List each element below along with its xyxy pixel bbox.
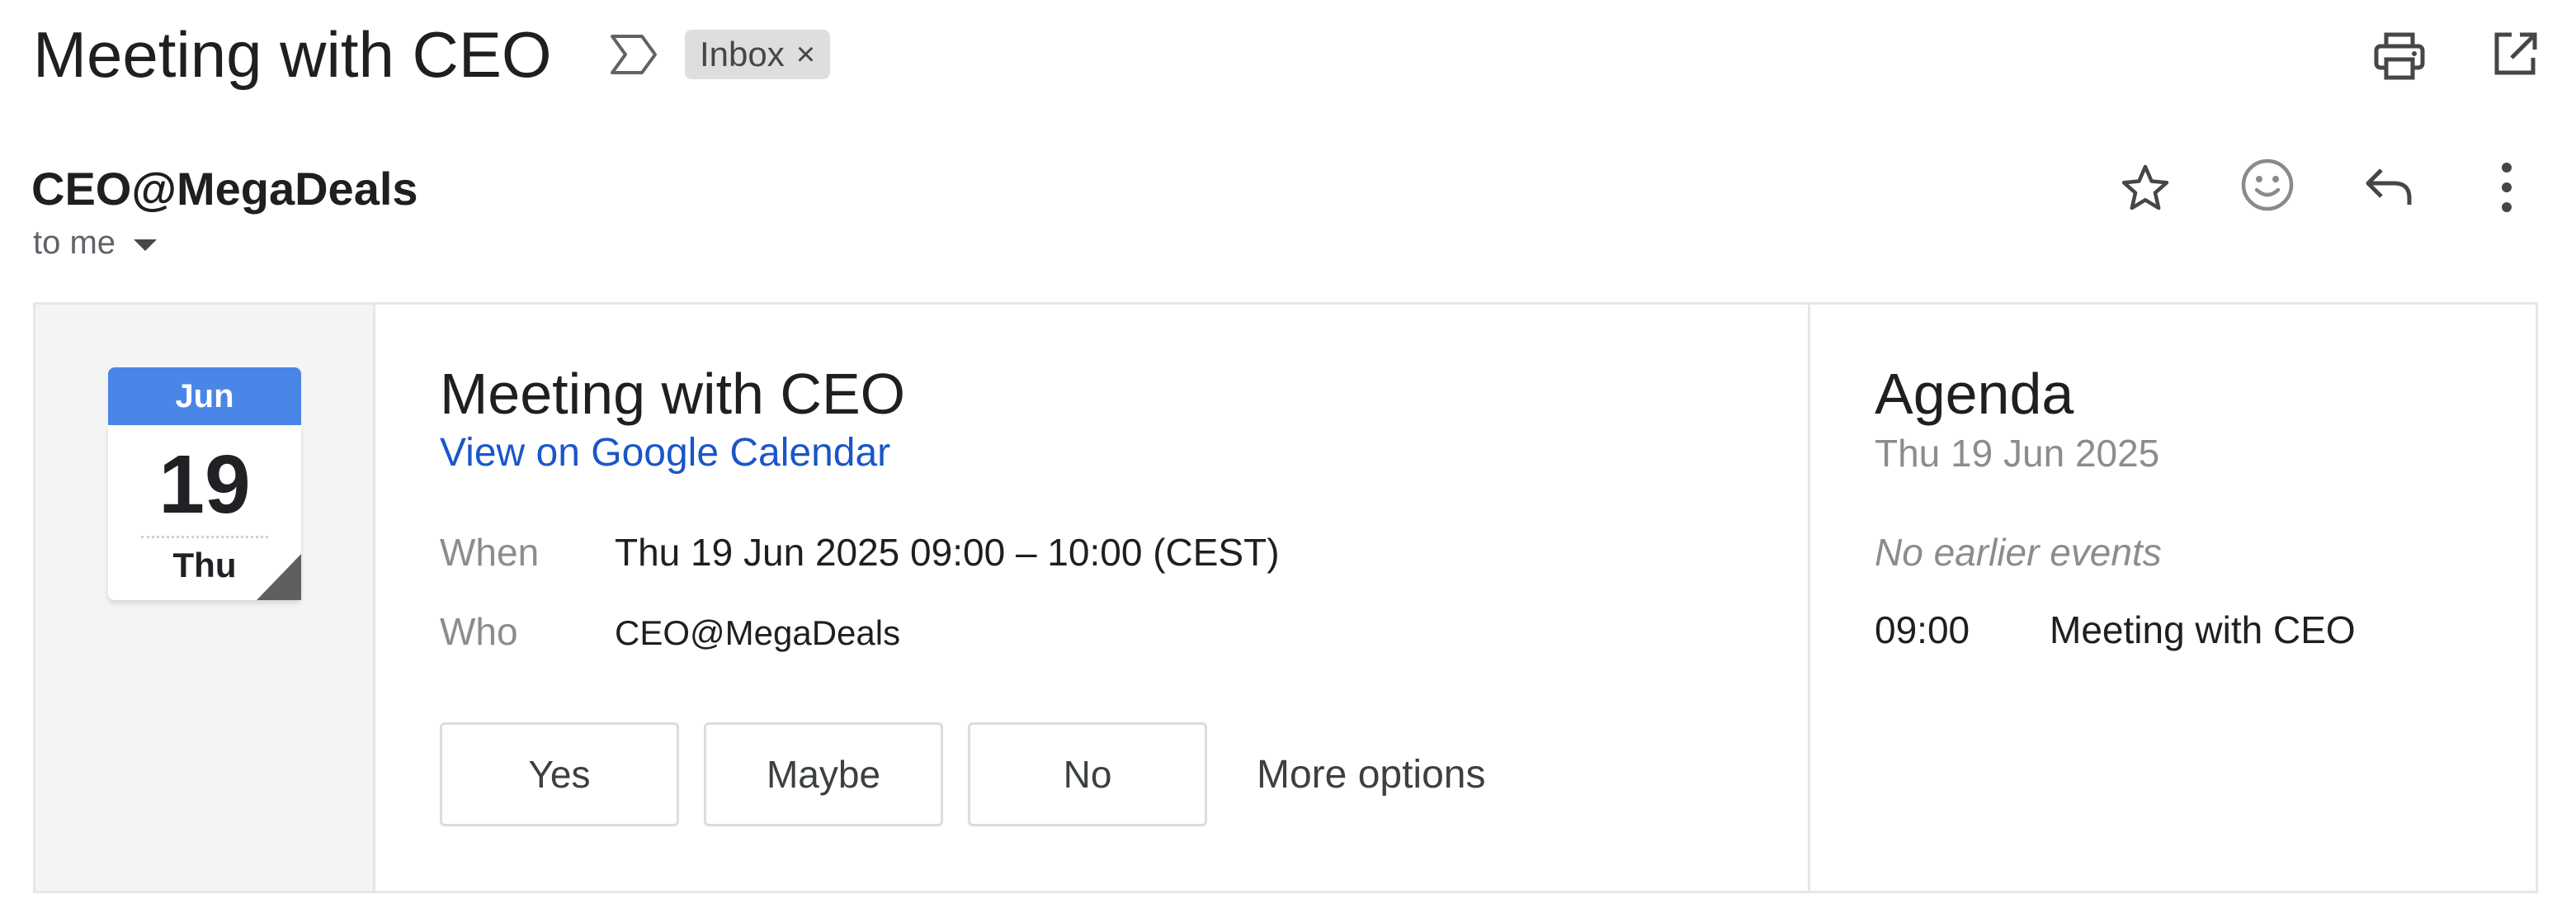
reply-icon[interactable] — [2363, 163, 2414, 210]
when-value: Thu 19 Jun 2025 09:00 – 10:00 (CEST) — [615, 531, 1280, 574]
chevron-down-icon — [134, 239, 158, 251]
important-marker-icon[interactable] — [609, 33, 660, 76]
agenda-no-earlier-events: No earlier events — [1875, 531, 2162, 574]
when-label: When — [440, 531, 540, 574]
recipients-text: to me — [33, 225, 116, 261]
calendar-invite-card: Jun 19 Thu Meeting with CEO View on Goog… — [33, 302, 2538, 893]
agenda-event-time: 09:00 — [1875, 608, 1970, 651]
agenda-date: Thu 19 Jun 2025 — [1875, 432, 2160, 475]
print-icon[interactable] — [2373, 30, 2426, 83]
view-on-google-calendar-link[interactable]: View on Google Calendar — [440, 428, 890, 478]
invite-date-panel: Jun 19 Thu — [35, 305, 375, 891]
calendar-page: 19 Thu — [108, 425, 301, 600]
page-curl-icon — [257, 554, 301, 600]
emoji-reaction-icon[interactable] — [2239, 157, 2295, 213]
invite-event-title: Meeting with CEO — [440, 362, 906, 426]
calendar-divider — [141, 536, 268, 538]
rsvp-more-options-button[interactable]: More options — [1257, 722, 1485, 826]
agenda-event-title[interactable]: Meeting with CEO — [2050, 607, 2356, 653]
inbox-label-text: Inbox — [700, 35, 785, 73]
agenda-panel: Agenda Thu 19 Jun 2025 No earlier events… — [1808, 305, 2536, 891]
star-icon[interactable] — [2119, 162, 2172, 215]
rsvp-no-button[interactable]: No — [968, 722, 1207, 826]
calendar-day: 19 — [158, 438, 251, 531]
rsvp-yes-button[interactable]: Yes — [440, 722, 679, 826]
agenda-title: Agenda — [1875, 362, 2074, 426]
calendar-month: Jun — [108, 367, 301, 425]
inbox-label-chip: Inbox × — [685, 30, 831, 79]
sender-name: CEO@MegaDeals — [31, 163, 418, 215]
calendar-date-icon: Jun 19 Thu — [108, 367, 301, 600]
open-in-new-window-icon[interactable] — [2490, 30, 2540, 79]
who-value: CEO@MegaDeals — [615, 613, 901, 652]
rsvp-maybe-button[interactable]: Maybe — [704, 722, 943, 826]
remove-label-icon[interactable]: × — [796, 38, 815, 71]
email-subject: Meeting with CEO — [33, 18, 552, 91]
recipients-toggle[interactable]: to me — [33, 225, 158, 262]
who-label: Who — [440, 610, 518, 653]
more-vert-icon[interactable] — [2495, 160, 2518, 215]
